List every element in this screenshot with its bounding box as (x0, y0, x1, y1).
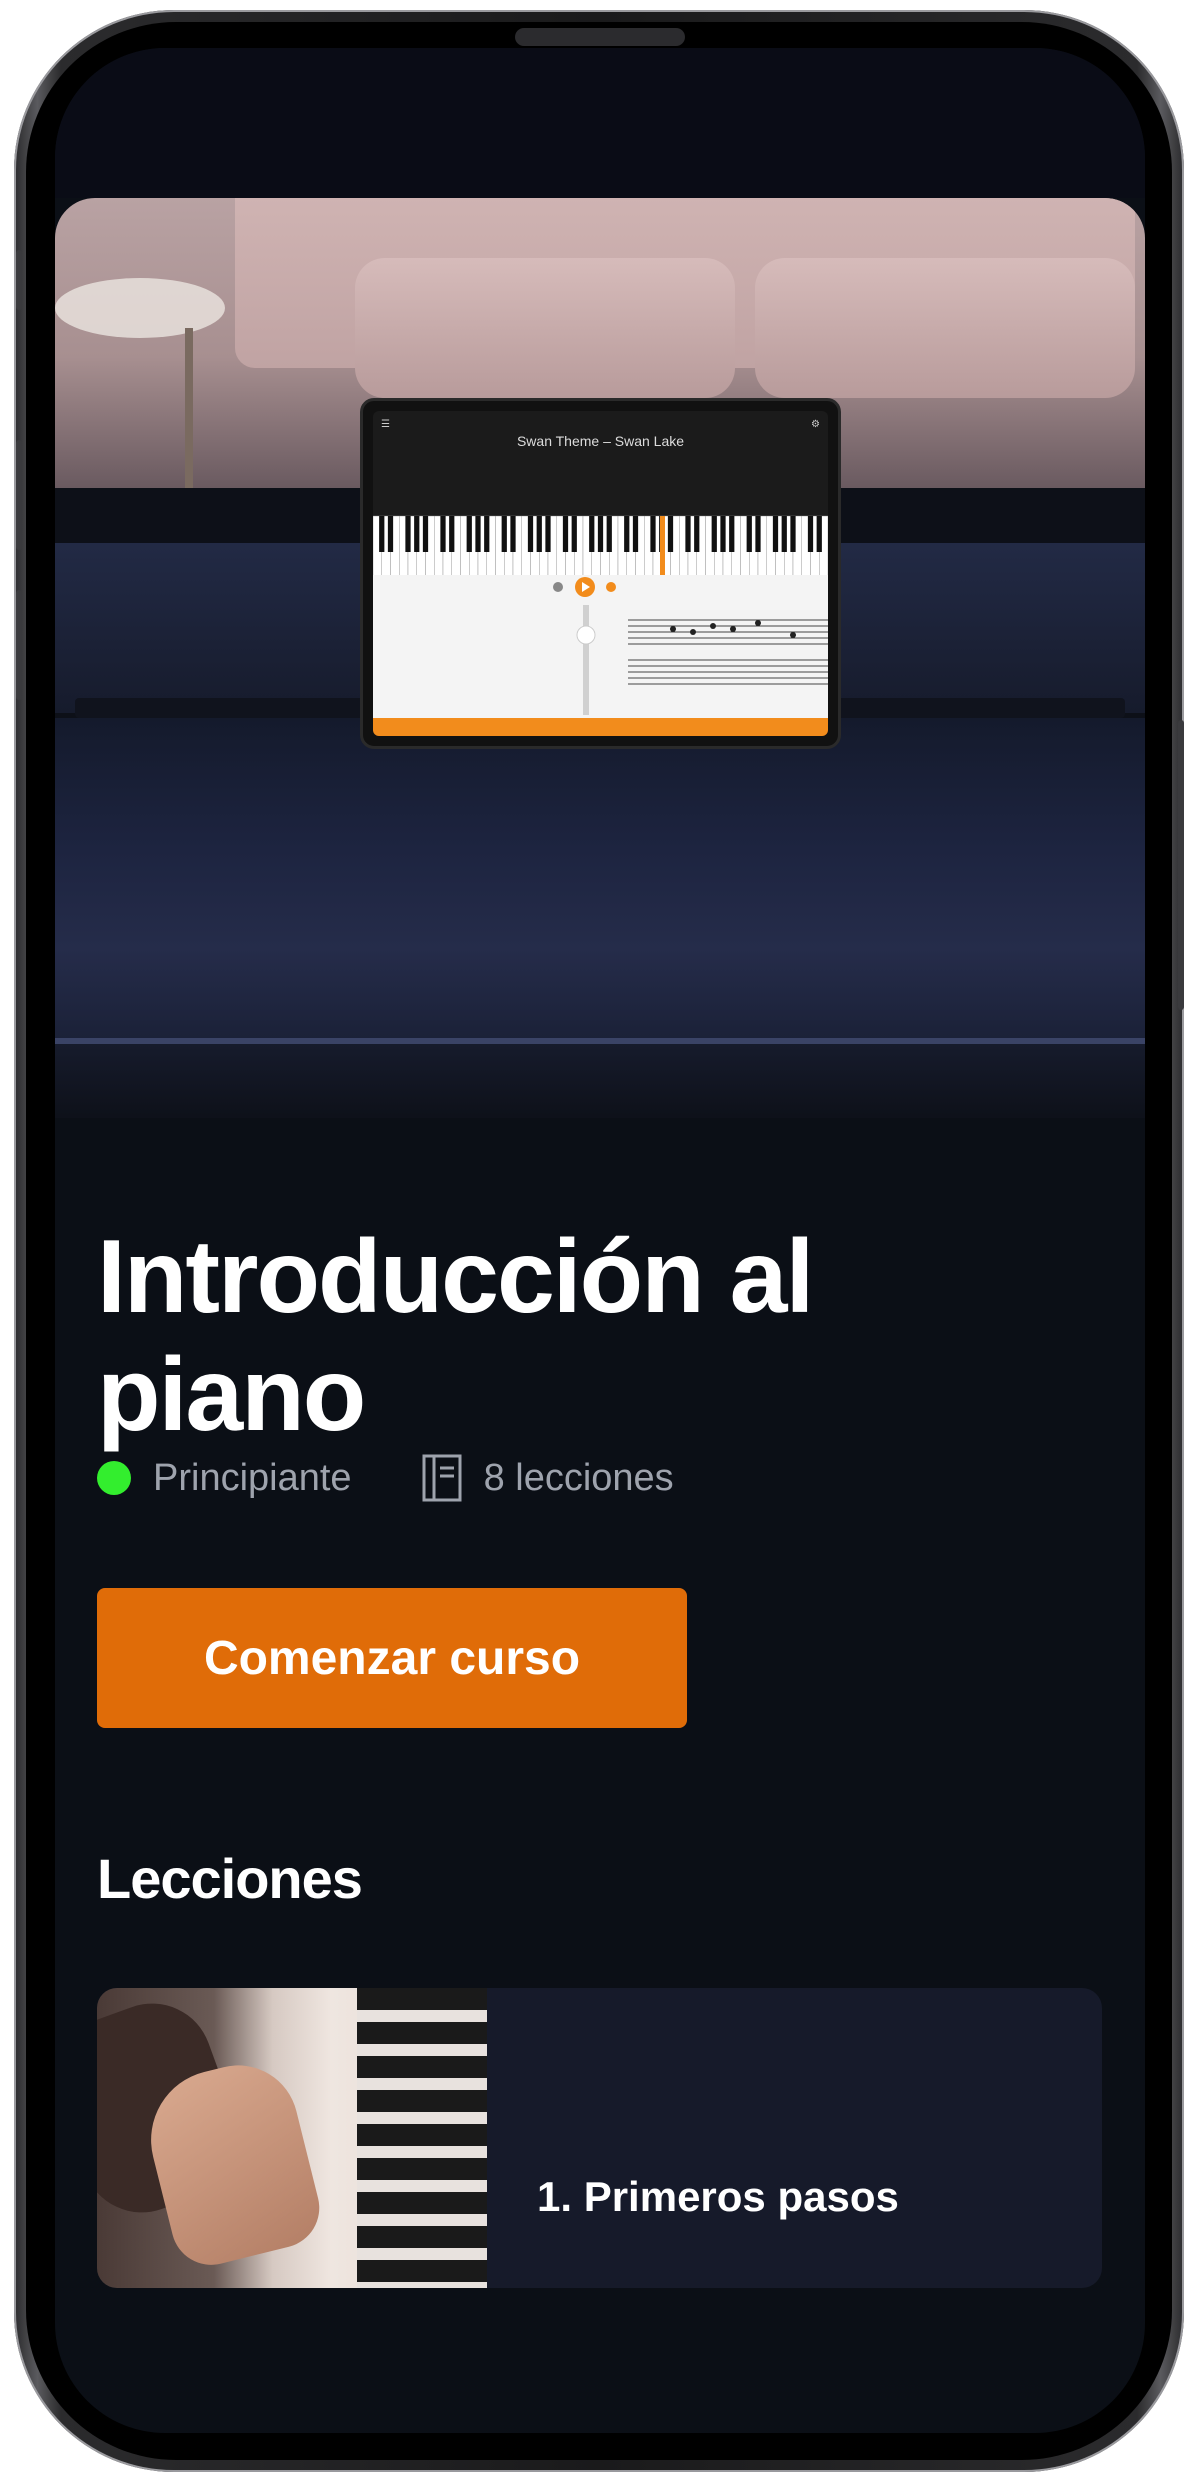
sheet-music-graphic (553, 577, 828, 715)
volume-up-button (16, 440, 22, 550)
course-level: Principiante (153, 1456, 352, 1499)
power-button (1178, 720, 1184, 1010)
sofa-cushion (755, 258, 1135, 398)
side-table (55, 278, 225, 338)
menu-icon: ☰ (381, 419, 390, 430)
piano-bottom (55, 1044, 1145, 1118)
tablet-screen: ☰ ⚙ Swan Theme – Swan Lake (373, 411, 828, 736)
course-title: Introducción al piano (97, 1219, 814, 1453)
lesson-card[interactable]: 1. Primeros pasos (97, 1988, 1102, 2288)
lesson-thumbnail (97, 1988, 487, 2288)
piano-keys-image (357, 1988, 487, 2288)
green-dot-icon (97, 1461, 131, 1495)
volume-down-button (16, 590, 22, 700)
course-meta: Principiante 8 lecciones (97, 1448, 674, 1508)
hero-image: ☰ ⚙ Swan Theme – Swan Lake (55, 198, 1145, 1118)
volume-button (16, 250, 22, 310)
app-screen: ☰ ⚙ Swan Theme – Swan Lake Introducción … (55, 48, 1145, 2433)
status-bar (55, 48, 1145, 198)
tablet-song-title: Swan Theme – Swan Lake (516, 433, 685, 449)
lessons-section-title: Lecciones (97, 1847, 363, 1910)
side-table-leg (185, 328, 193, 488)
tablet-sheet-area (373, 575, 828, 718)
tablet-keyboard (373, 515, 828, 577)
piano-body (55, 718, 1145, 1048)
sofa-cushion (355, 258, 735, 398)
tablet-device: ☰ ⚙ Swan Theme – Swan Lake (360, 398, 841, 749)
keyboard-keys-graphic (373, 515, 828, 577)
tablet-progress-bar (373, 718, 828, 736)
start-course-button[interactable]: Comenzar curso (97, 1588, 687, 1728)
lessons-count: 8 lecciones (483, 1456, 674, 1499)
gear-icon: ⚙ (811, 419, 820, 430)
lesson-title: 1. Primeros pasos (537, 2173, 899, 2220)
earpiece-speaker (515, 28, 685, 46)
book-icon (422, 1454, 462, 1502)
